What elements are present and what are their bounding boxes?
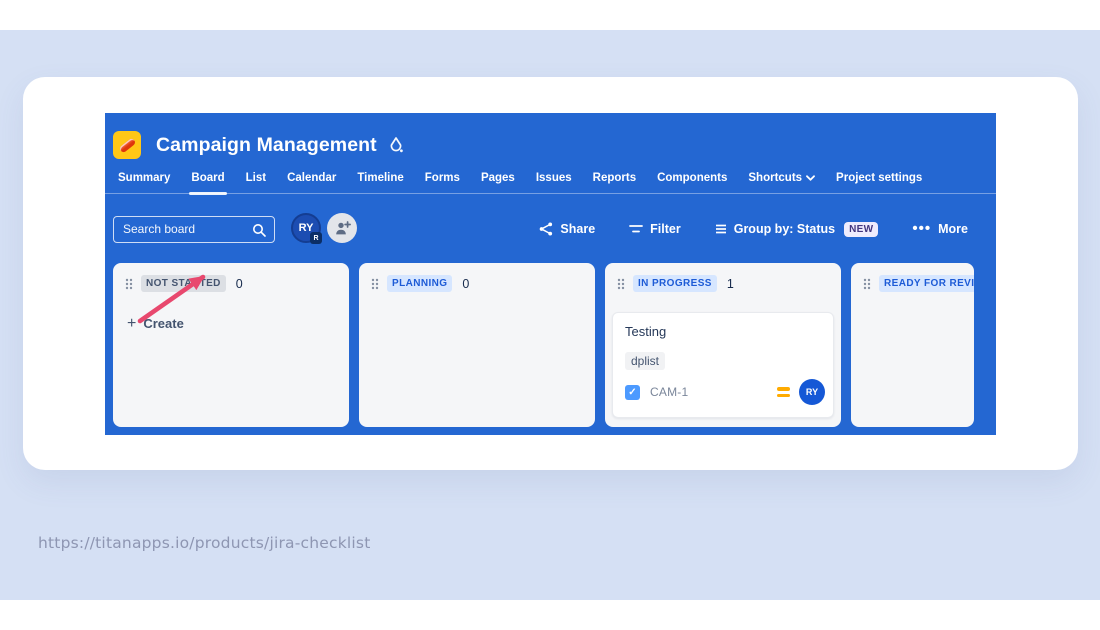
tab-reports[interactable]: Reports [593, 172, 636, 184]
column-ready-for-review: READY FOR REVIEW [851, 263, 974, 427]
rocket-icon [119, 138, 137, 154]
drag-handle-icon[interactable] [371, 278, 379, 290]
drag-handle-icon[interactable] [125, 278, 133, 290]
share-button[interactable]: Share [539, 222, 595, 236]
new-badge: NEW [844, 222, 878, 237]
group-by-icon [715, 224, 727, 234]
plus-icon: + [127, 318, 136, 330]
assignee-avatar[interactable]: RY [799, 379, 825, 405]
screenshot-card: Campaign Management Summary Board List C… [23, 77, 1078, 470]
more-button[interactable]: ••• More [912, 222, 968, 236]
tab-calendar[interactable]: Calendar [287, 172, 336, 184]
tab-board[interactable]: Board [191, 172, 224, 184]
filter-icon [629, 224, 643, 234]
tab-pages[interactable]: Pages [481, 172, 515, 184]
column-header: PLANNING 0 [371, 275, 583, 292]
board-columns: NOT STARTED 0 + Create [113, 263, 974, 427]
column-header: READY FOR REVIEW [863, 275, 962, 292]
url-caption: https://titanapps.io/products/jira-check… [38, 534, 370, 552]
tab-issues[interactable]: Issues [536, 172, 572, 184]
issue-card[interactable]: Testing dplist ✓ CAM-1 RY [612, 312, 834, 418]
avatar-role-badge: R [310, 232, 322, 244]
project-nav: Summary Board List Calendar Timeline For… [118, 172, 922, 184]
group-by-label: Group by: Status [734, 222, 835, 236]
tab-summary[interactable]: Summary [118, 172, 170, 184]
search-input[interactable] [123, 217, 248, 241]
status-badge: NOT STARTED [141, 275, 226, 292]
user-avatar[interactable]: RY R [291, 213, 321, 243]
filter-label: Filter [650, 222, 681, 236]
column-in-progress: IN PROGRESS 1 Testing dplist ✓ CAM-1 [605, 263, 841, 427]
status-badge: IN PROGRESS [633, 275, 717, 292]
tab-list[interactable]: List [246, 172, 266, 184]
filter-button[interactable]: Filter [629, 222, 681, 236]
column-header: IN PROGRESS 1 [617, 275, 829, 292]
tab-timeline[interactable]: Timeline [357, 172, 403, 184]
board-toolbar-actions: Share Filter [539, 216, 968, 242]
tab-shortcuts-label: Shortcuts [748, 172, 802, 184]
board-search [113, 216, 275, 243]
tab-forms[interactable]: Forms [425, 172, 460, 184]
issue-label-chip: dplist [625, 352, 665, 370]
nav-divider [105, 193, 996, 194]
more-label: More [938, 222, 968, 236]
tab-shortcuts[interactable]: Shortcuts [748, 172, 815, 184]
board-header: Campaign Management [113, 130, 403, 160]
share-label: Share [560, 222, 595, 236]
status-badge: PLANNING [387, 275, 452, 292]
column-not-started: NOT STARTED 0 + Create [113, 263, 349, 427]
tab-project-settings[interactable]: Project settings [836, 172, 922, 184]
project-avatar-icon [113, 131, 141, 159]
share-icon [539, 222, 553, 236]
issue-card-footer: ✓ CAM-1 RY [625, 379, 825, 405]
issue-count: 1 [727, 277, 734, 291]
page-title: Campaign Management [156, 134, 377, 157]
ink-droplet-icon [390, 137, 403, 153]
group-by-button[interactable]: Group by: Status NEW [715, 222, 879, 237]
person-plus-icon [334, 221, 351, 236]
search-icon [252, 223, 266, 242]
issue-key: CAM-1 [650, 385, 688, 399]
tab-components[interactable]: Components [657, 172, 727, 184]
chevron-down-icon [806, 175, 815, 181]
more-icon: ••• [912, 224, 931, 234]
issue-count: 0 [462, 277, 469, 291]
issue-title: Testing [625, 324, 823, 339]
create-label: Create [143, 316, 183, 331]
priority-medium-icon [777, 387, 790, 397]
create-issue-button[interactable]: + Create [127, 316, 337, 331]
hero-panel: Campaign Management Summary Board List C… [0, 30, 1100, 600]
status-badge: READY FOR REVIEW [879, 275, 974, 292]
add-people-button[interactable] [327, 213, 357, 243]
column-header: NOT STARTED 0 [125, 275, 337, 292]
drag-handle-icon[interactable] [617, 278, 625, 290]
task-type-icon: ✓ [625, 385, 640, 400]
drag-handle-icon[interactable] [863, 278, 871, 290]
issue-count: 0 [236, 277, 243, 291]
column-planning: PLANNING 0 [359, 263, 595, 427]
page: Campaign Management Summary Board List C… [0, 0, 1100, 630]
jira-board: Campaign Management Summary Board List C… [105, 113, 996, 435]
